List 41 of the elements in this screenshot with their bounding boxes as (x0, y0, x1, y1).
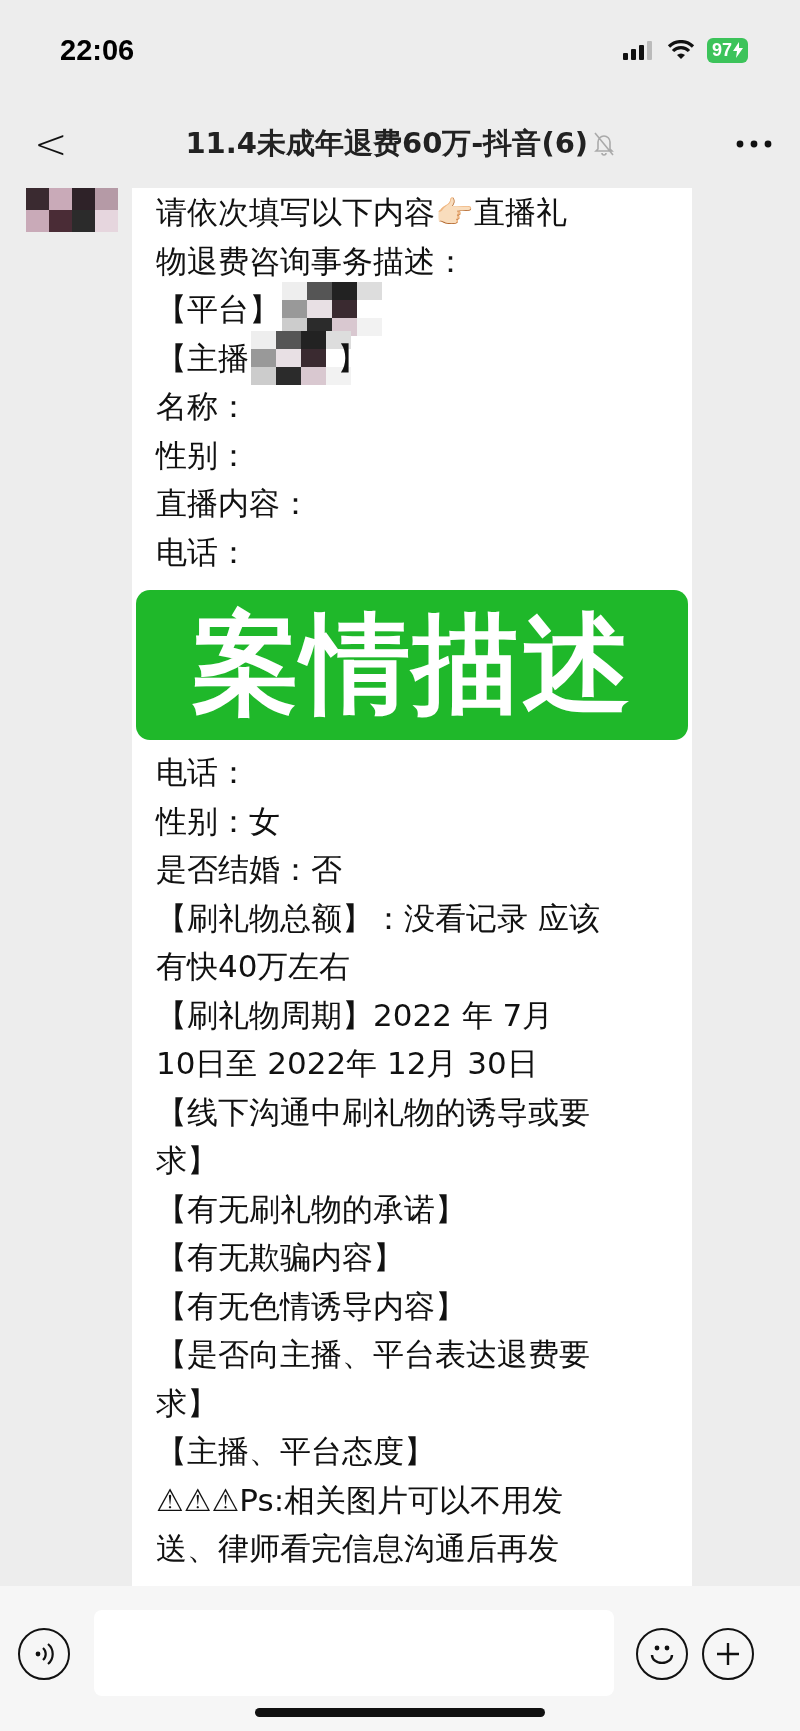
emoji-button[interactable] (636, 1628, 688, 1680)
message-line: 是否结婚：否 (156, 850, 343, 889)
voice-button[interactable] (18, 1628, 70, 1680)
message-line: 【平台】 (156, 290, 280, 329)
message-line: 送、律师看完信息沟通后再发 (156, 1529, 560, 1568)
wifi-icon (666, 40, 695, 60)
message-line: 【刷礼物总额】：没看记录 应该 (156, 898, 601, 938)
chat-title: 11.4未成年退费60万-抖音(6) (185, 125, 589, 162)
battery-indicator: 97 (706, 37, 748, 63)
message-line: 性别：女 (156, 801, 281, 841)
message-line: 【是否向主播、平台表达退费要 (156, 1335, 591, 1374)
message-line: 【有无色情诱导内容】 (156, 1286, 467, 1326)
charging-bolt-icon (733, 42, 743, 58)
more-icon (736, 140, 772, 148)
message-line: 物退费咨询事务描述： (156, 241, 467, 281)
message-line: ⚠⚠⚠Ps:相关图片可以不用发 (156, 1480, 565, 1520)
status-time: 22:06 (60, 33, 135, 67)
message-line: 【主播 (156, 338, 249, 378)
message-line: 性别： (156, 435, 250, 475)
back-button[interactable]: < (28, 121, 74, 167)
message-line: 【主播、平台态度】 (156, 1432, 436, 1471)
message-line: 名称： (156, 387, 250, 426)
message-line: 电话： (156, 532, 250, 572)
message-line: 】 (337, 338, 368, 378)
signal-icon (622, 40, 655, 60)
message-line: 【有无刷礼物的承诺】 (156, 1189, 467, 1229)
message-line: 请依次填写以下内容👉🏻直播礼 (156, 193, 568, 232)
smiley-icon (649, 1644, 675, 1664)
plus-button[interactable] (702, 1628, 754, 1680)
plus-icon (716, 1642, 740, 1666)
message-line: 电话： (156, 753, 250, 792)
message-line: 【刷礼物周期】2022 年 7月 (156, 995, 555, 1035)
caption-banner: 案情描述 (136, 590, 688, 740)
message-line: 有快40万左右 (156, 947, 352, 986)
message-line: 直播内容： (156, 484, 312, 523)
message-line: 10日至 2022年 12月 30日 (156, 1044, 539, 1083)
message-line: 求】 (156, 1383, 219, 1423)
message-line: 【线下沟通中刷礼物的诱导或要 (156, 1092, 591, 1132)
message-line: 【有无欺骗内容】 (156, 1238, 405, 1277)
voice-icon (34, 1643, 54, 1665)
message-line: 求】 (156, 1141, 219, 1180)
